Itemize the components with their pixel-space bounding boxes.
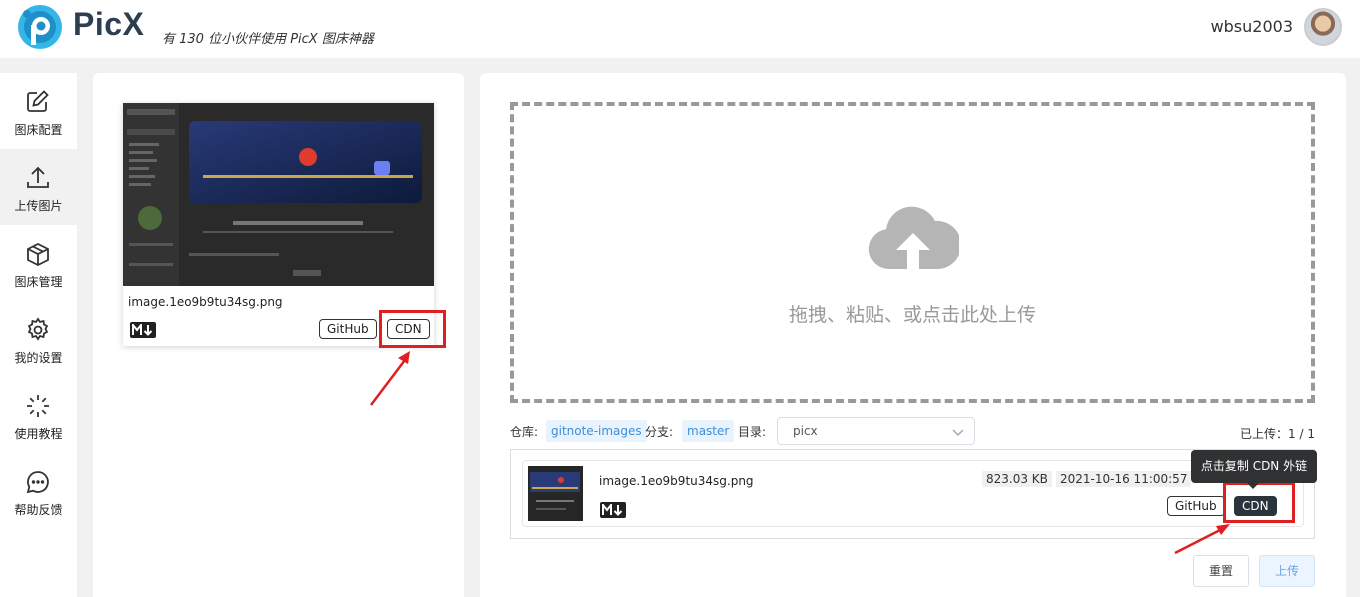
loader-icon (27, 395, 49, 417)
repo-chip: gitnote-images (546, 420, 647, 442)
upload-icon (27, 166, 49, 188)
uploaded-count: 已上传：1 / 1 (1240, 427, 1315, 441)
arrow-annotation (370, 351, 410, 406)
dir-select[interactable]: picx (777, 417, 975, 445)
github-link-button[interactable]: GitHub (319, 319, 377, 339)
cloud-upload-icon (868, 206, 959, 270)
sidebar-item-label: 我的设置 (14, 351, 63, 365)
branch-chip: master (682, 420, 735, 442)
app-tagline: 有 130 位小伙伴使用 PicX 图床神器 (162, 32, 374, 47)
top-header: PicX 有 130 位小伙伴使用 PicX 图床神器 wbsu2003 (0, 0, 1360, 58)
sidebar-item-upload[interactable]: 上传图片 (0, 149, 77, 225)
upload-dropzone[interactable]: 拖拽、粘贴、或点击此处上传 (510, 102, 1315, 403)
dir-select-value: picx (793, 424, 818, 438)
arrow-annotation (1174, 524, 1230, 555)
sidebar-item-tutorial[interactable]: 使用教程 (0, 377, 77, 453)
highlight-box (1223, 482, 1295, 523)
sidebar-item-config[interactable]: 图床配置 (0, 73, 77, 149)
sidebar-item-label: 图床配置 (14, 123, 63, 137)
file-size-badge: 823.03 KB (982, 471, 1052, 487)
chevron-down-icon (952, 429, 964, 437)
sidebar-item-settings[interactable]: 我的设置 (0, 301, 77, 377)
sidebar-item-label: 上传图片 (14, 199, 63, 213)
reset-button[interactable]: 重置 (1193, 555, 1249, 587)
preview-filename: image.1eo9b9tu34sg.png (128, 295, 283, 309)
upload-item-filename: image.1eo9b9tu34sg.png (599, 474, 754, 488)
sidebar-item-label: 使用教程 (14, 427, 63, 441)
package-icon (27, 242, 49, 267)
gear-icon (27, 317, 49, 341)
dropzone-text: 拖拽、粘贴、或点击此处上传 (788, 304, 1036, 326)
list-item: image.1eo9b9tu34sg.png 823.03 KB 2021-10… (522, 460, 1304, 527)
chat-icon (26, 471, 49, 494)
markdown-icon[interactable] (130, 322, 156, 338)
sidebar-item-feedback[interactable]: 帮助反馈 (0, 453, 77, 529)
cdn-tooltip: 点击复制 CDN 外链 (1191, 450, 1317, 489)
sidebar: 图床配置 上传图片 图床管理 我的设置 使用教程 帮助反馈 (0, 73, 77, 597)
sidebar-item-manage[interactable]: 图床管理 (0, 225, 77, 301)
highlight-box (379, 310, 446, 348)
username[interactable]: wbsu2003 (1211, 17, 1293, 36)
dir-label: 目录: (738, 425, 767, 439)
github-link-button[interactable]: GitHub (1167, 496, 1225, 516)
picx-logo-icon (18, 5, 62, 49)
sidebar-item-label: 图床管理 (14, 275, 63, 289)
markdown-icon[interactable] (600, 502, 626, 518)
upload-button[interactable]: 上传 (1259, 555, 1315, 587)
thumbnail-image[interactable] (528, 466, 583, 521)
upload-time-badge: 2021-10-16 11:00:57 (1056, 471, 1192, 487)
edit-icon (27, 90, 49, 112)
avatar[interactable] (1304, 8, 1342, 46)
sidebar-item-label: 帮助反馈 (14, 503, 63, 517)
app-title: PicX (73, 6, 145, 42)
repo-label: 仓库: (510, 425, 539, 439)
branch-label: 分支: (645, 425, 674, 439)
image-preview[interactable] (123, 103, 434, 286)
